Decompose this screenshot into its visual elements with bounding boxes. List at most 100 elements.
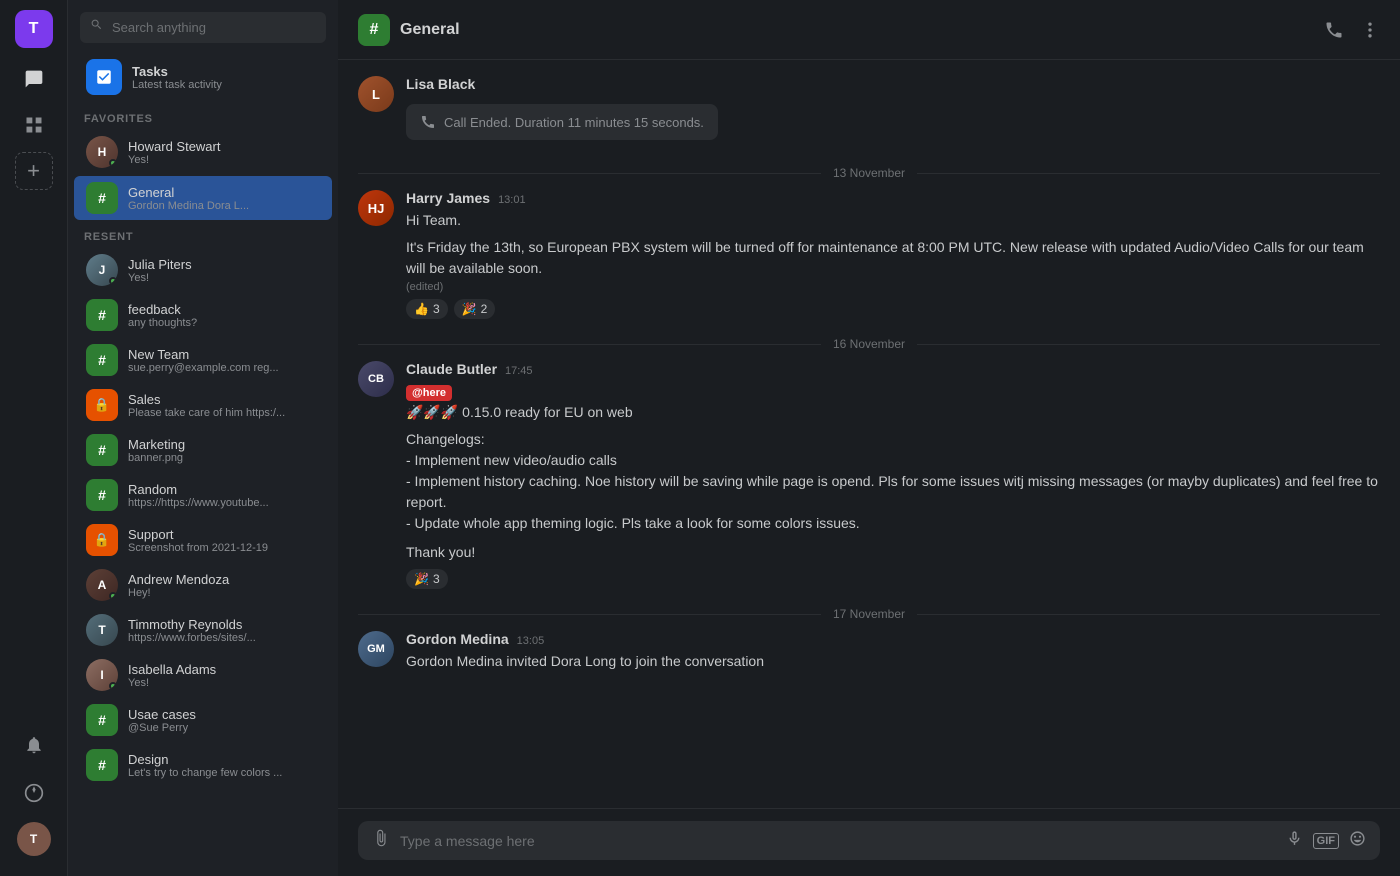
claude-avatar: CB	[358, 361, 394, 397]
tim-avatar: T	[86, 614, 118, 646]
recent-list: J Julia Piters Yes! # feedback any thoug…	[68, 247, 338, 876]
sidebar-item-howard[interactable]: H Howard Stewart Yes!	[74, 130, 332, 174]
newteam-avatar: #	[86, 344, 118, 376]
favorites-label: FAVORITES	[68, 103, 338, 129]
workspace-icon[interactable]: T	[15, 10, 53, 48]
grid-nav-icon[interactable]	[15, 106, 53, 144]
date-divider-13: 13 November	[358, 166, 1380, 180]
sidebar-item-design[interactable]: # Design Let's try to change few colors …	[74, 743, 332, 787]
sidebar-item-andrew[interactable]: A Andrew Mendoza Hey!	[74, 563, 332, 607]
attach-icon[interactable]	[372, 829, 390, 852]
support-avatar: 🔒	[86, 524, 118, 556]
sidebar-item-support[interactable]: 🔒 Support Screenshot from 2021-12-19	[74, 518, 332, 562]
sidebar-item-random[interactable]: # Random https://https://www.youtube...	[74, 473, 332, 517]
header-actions	[1324, 20, 1380, 40]
claude-text1: @here	[406, 381, 1380, 402]
date-divider-16: 16 November	[358, 337, 1380, 351]
gordon-author: Gordon Medina	[406, 631, 509, 647]
gif-icon[interactable]: GIF	[1313, 833, 1339, 849]
harry-text2: It's Friday the 13th, so European PBX sy…	[406, 237, 1380, 279]
sidebar-item-tim[interactable]: T Timmothy Reynolds https://www.forbes/s…	[74, 608, 332, 652]
sidebar-item-feedback[interactable]: # feedback any thoughts?	[74, 293, 332, 337]
lisa-avatar: L	[358, 76, 394, 112]
sidebar-item-marketing[interactable]: # Marketing banner.png	[74, 428, 332, 472]
chat-nav-icon[interactable]	[15, 60, 53, 98]
howard-avatar: H	[86, 136, 118, 168]
harry-reactions: 👍 3 🎉 2	[406, 299, 1380, 319]
claude-header: Claude Butler 17:45	[406, 361, 1380, 377]
emoji-icon[interactable]	[1349, 830, 1366, 852]
message-input-box: GIF	[358, 821, 1380, 860]
lisa-content: Lisa Black Call Ended. Duration 11 minut…	[406, 76, 1380, 148]
sidebar-item-isabella[interactable]: I Isabella Adams Yes!	[74, 653, 332, 697]
more-button[interactable]	[1360, 20, 1380, 40]
harry-content: Harry James 13:01 Hi Team. It's Friday t…	[406, 190, 1380, 319]
search-input[interactable]	[80, 12, 326, 43]
andrew-online	[109, 592, 117, 600]
design-avatar: #	[86, 749, 118, 781]
tasks-item[interactable]: Tasks Latest task activity	[74, 51, 332, 103]
here-badge[interactable]: @here	[406, 385, 452, 401]
search-icon	[90, 18, 103, 34]
sidebar-item-newteam[interactable]: # New Team sue.perry@example.com reg...	[74, 338, 332, 382]
add-workspace-icon[interactable]: +	[15, 152, 53, 190]
date-divider-17: 17 November	[358, 607, 1380, 621]
sales-avatar: 🔒	[86, 389, 118, 421]
howard-info: Howard Stewart Yes!	[128, 139, 320, 166]
gordon-content: Gordon Medina 13:05 Gordon Medina invite…	[406, 631, 1380, 672]
message-gordon: GM Gordon Medina 13:05 Gordon Medina inv…	[358, 631, 1380, 672]
general-avatar: #	[86, 182, 118, 214]
sidebar-item-julia[interactable]: J Julia Piters Yes!	[74, 248, 332, 292]
random-avatar: #	[86, 479, 118, 511]
tasks-text: Tasks Latest task activity	[132, 64, 222, 91]
gordon-avatar: GM	[358, 631, 394, 667]
channel-icon: #	[358, 14, 390, 46]
claude-text-rockets: 🚀🚀🚀 0.15.0 ready for EU on web	[406, 402, 1380, 423]
harry-text1: Hi Team.	[406, 210, 1380, 231]
user-avatar-bottom[interactable]: T	[17, 822, 51, 856]
chat-header: # General	[338, 0, 1400, 60]
harry-author: Harry James	[406, 190, 490, 206]
sidebar-item-sales[interactable]: 🔒 Sales Please take care of him https:/.…	[74, 383, 332, 427]
marketing-avatar: #	[86, 434, 118, 466]
channel-title: General	[400, 21, 460, 39]
sidebar: Tasks Latest task activity FAVORITES H H…	[68, 0, 338, 876]
harry-time: 13:01	[498, 194, 526, 206]
feedback-avatar: #	[86, 299, 118, 331]
sidebar-item-general[interactable]: # General Gordon Medina Dora L...	[74, 176, 332, 220]
chat-area: # General L Lisa Black Call Ended. Durat…	[338, 0, 1400, 876]
message-claude: CB Claude Butler 17:45 @here 🚀🚀🚀 0.15.0 …	[358, 361, 1380, 589]
message-lisa: L Lisa Black Call Ended. Duration 11 min…	[358, 76, 1380, 148]
messages-container: L Lisa Black Call Ended. Duration 11 min…	[338, 60, 1400, 808]
claude-reaction-party[interactable]: 🎉 3	[406, 569, 448, 589]
recent-label: RESENT	[68, 221, 338, 247]
isabella-online	[109, 682, 117, 690]
reaction-thumbsup[interactable]: 👍 3	[406, 299, 448, 319]
input-icons: GIF	[1286, 830, 1366, 852]
gordon-time: 13:05	[517, 635, 545, 647]
isabella-avatar: I	[86, 659, 118, 691]
reaction-party[interactable]: 🎉 2	[454, 299, 496, 319]
tasks-icon	[86, 59, 122, 95]
gordon-text: Gordon Medina invited Dora Long to join …	[406, 651, 1380, 672]
mic-icon[interactable]	[1286, 830, 1303, 852]
claude-content: Claude Butler 17:45 @here 🚀🚀🚀 0.15.0 rea…	[406, 361, 1380, 589]
message-input[interactable]	[400, 833, 1276, 849]
online-indicator	[109, 159, 117, 167]
call-ended-box: Call Ended. Duration 11 minutes 15 secon…	[406, 104, 718, 140]
claude-time: 17:45	[505, 365, 533, 377]
julia-online	[109, 277, 117, 285]
julia-avatar: J	[86, 254, 118, 286]
soccer-nav-icon[interactable]	[15, 774, 53, 812]
claude-author: Claude Butler	[406, 361, 497, 377]
usecases-avatar: #	[86, 704, 118, 736]
general-info: General Gordon Medina Dora L...	[128, 185, 320, 212]
andrew-avatar: A	[86, 569, 118, 601]
phone-button[interactable]	[1324, 20, 1344, 40]
lisa-header: Lisa Black	[406, 76, 1380, 92]
sidebar-item-usecases[interactable]: # Usae cases @Sue Perry	[74, 698, 332, 742]
lisa-author: Lisa Black	[406, 76, 475, 92]
bell-nav-icon[interactable]	[15, 726, 53, 764]
gordon-header: Gordon Medina 13:05	[406, 631, 1380, 647]
harry-header: Harry James 13:01	[406, 190, 1380, 206]
